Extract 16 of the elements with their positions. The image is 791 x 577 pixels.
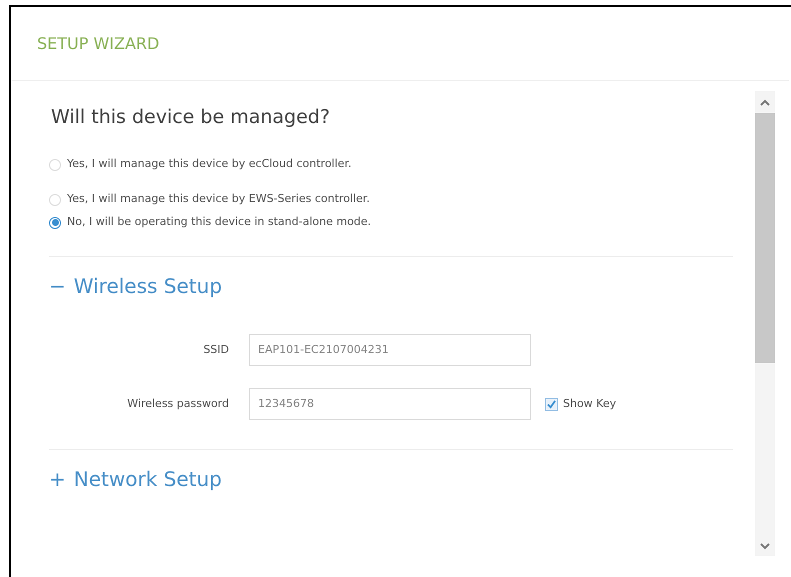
scroll-up-icon[interactable] (760, 99, 770, 107)
radio-button[interactable] (49, 216, 61, 228)
radio-option[interactable]: No, I will be operating this device in stand-alone mode. (49, 211, 733, 234)
scroll-down-icon[interactable] (760, 542, 770, 550)
text-field[interactable]: EAP101-EC2107004231 (249, 334, 531, 366)
show-key-checkbox[interactable]: Show Key (545, 396, 616, 412)
scrollbar[interactable] (755, 91, 775, 556)
checkbox[interactable] (545, 398, 558, 410)
wizard-title: SETUP WIZARD (37, 32, 160, 54)
radio-option[interactable]: Yes, I will manage this device by EWS-Series controller. (49, 188, 733, 211)
question-heading: Will this device be managed? (51, 104, 330, 130)
text-field[interactable]: 12345678 (249, 388, 531, 420)
scrollbar-thumb[interactable] (755, 113, 775, 363)
field-label: SSID (202, 342, 230, 358)
field-label: Wireless password (126, 396, 230, 412)
radio-option[interactable]: Yes, I will manage this device by ecCloud controller. (49, 153, 733, 176)
